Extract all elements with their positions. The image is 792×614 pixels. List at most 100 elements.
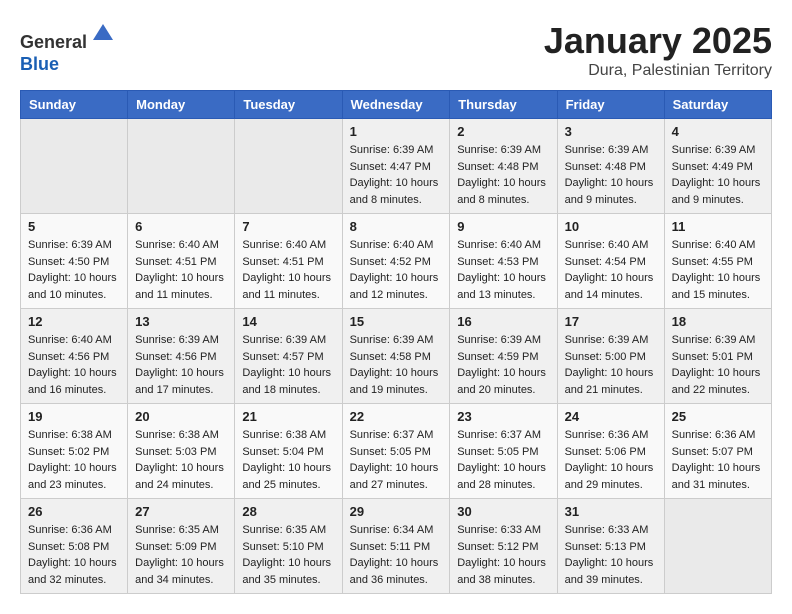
day-number: 9 [457,219,549,234]
calendar-cell [128,119,235,214]
day-info: Sunrise: 6:35 AMSunset: 5:10 PMDaylight:… [242,522,334,588]
logo: General Blue [20,20,117,75]
sunset-label: Sunset: 5:02 PM [28,446,109,458]
day-info: Sunrise: 6:40 AMSunset: 4:51 PMDaylight:… [135,237,227,303]
calendar-cell: 8Sunrise: 6:40 AMSunset: 4:52 PMDaylight… [342,214,450,309]
calendar-cell: 17Sunrise: 6:39 AMSunset: 5:00 PMDayligh… [557,309,664,404]
day-number: 18 [672,314,764,329]
calendar-week-row: 26Sunrise: 6:36 AMSunset: 5:08 PMDayligh… [21,499,772,594]
sunset-label: Sunset: 5:10 PM [242,541,323,553]
daylight-label: Daylight: 10 hours and 22 minutes. [672,367,761,396]
day-info: Sunrise: 6:33 AMSunset: 5:13 PMDaylight:… [565,522,657,588]
day-number: 20 [135,409,227,424]
day-number: 23 [457,409,549,424]
day-number: 3 [565,124,657,139]
sunset-label: Sunset: 4:56 PM [28,351,109,363]
calendar-cell: 11Sunrise: 6:40 AMSunset: 4:55 PMDayligh… [664,214,771,309]
daylight-label: Daylight: 10 hours and 21 minutes. [565,367,654,396]
day-info: Sunrise: 6:39 AMSunset: 4:50 PMDaylight:… [28,237,120,303]
day-number: 6 [135,219,227,234]
day-info: Sunrise: 6:36 AM Sunset: 5:07 PM Daylight:… [672,427,764,493]
calendar-header-row: SundayMondayTuesdayWednesdayThursdayFrid… [21,91,772,119]
daylight-label: Daylight: 10 hours and 14 minutes. [565,272,654,301]
day-info: Sunrise: 6:36 AMSunset: 5:06 PMDaylight:… [565,427,657,493]
day-info: Sunrise: 6:39 AMSunset: 4:59 PMDaylight:… [457,332,549,398]
daylight-label: Daylight: 10 hours and 17 minutes. [135,367,224,396]
daylight-label: Daylight: 10 hours and 12 minutes. [350,272,439,301]
day-number: 25 [672,409,764,424]
day-number: 12 [28,314,120,329]
sunrise-label: Sunrise: 6:39 AM [457,144,541,156]
sunset-label: Sunset: 5:05 PM [350,446,431,458]
sunset-label: Sunset: 4:55 PM [672,256,753,268]
daylight-label: Daylight: 10 hours and 19 minutes. [350,367,439,396]
day-header-thursday: Thursday [450,91,557,119]
calendar-cell: 25 Sunrise: 6:36 AM Sunset: 5:07 PM Dayligh… [664,404,771,499]
sunrise-label: Sunrise: 6:39 AM [242,334,326,346]
sunrise-label: Sunrise: 6:40 AM [565,239,649,251]
sunset-label: Sunset: 4:48 PM [565,161,646,173]
day-number: 16 [457,314,549,329]
calendar-cell: 22Sunrise: 6:37 AMSunset: 5:05 PMDayligh… [342,404,450,499]
day-number: 5 [28,219,120,234]
calendar-cell: 28Sunrise: 6:35 AMSunset: 5:10 PMDayligh… [235,499,342,594]
day-info: Sunrise: 6:40 AM Sunset: 4:54 PM Daylight:… [565,237,657,303]
sunrise-label: Sunrise: 6:39 AM [28,239,112,251]
calendar-cell: 6 Sunrise: 6:40 AMSunset: 4:51 PMDaylight… [128,214,235,309]
sunrise-label: Sunrise: 6:38 AM [135,429,219,441]
day-info: Sunrise: 6:36 AMSunset: 5:08 PMDaylight:… [28,522,120,588]
sunrise-label: Sunrise: 6:38 AM [242,429,326,441]
sunrise-label: Sunrise: 6:39 AM [672,334,756,346]
day-info: Sunrise: 6:39 AMSunset: 4:49 PMDaylight:… [672,142,764,208]
calendar-week-row: 1Sunrise: 6:39 AMSunset: 4:47 PMDaylight… [21,119,772,214]
calendar-cell: 27Sunrise: 6:35 AMSunset: 5:09 PMDayligh… [128,499,235,594]
calendar-cell: 18Sunrise: 6:39 AMSunset: 5:01 PMDayligh… [664,309,771,404]
sunrise-label: Sunrise: 6:39 AM [565,144,649,156]
daylight-label: Daylight: 10 hours and 11 minutes. [135,272,224,301]
sunset-label: Sunset: 4:56 PM [135,351,216,363]
day-info: Sunrise: 6:38 AM Sunset: 5:03 PM Daylight:… [135,427,227,493]
day-number: 17 [565,314,657,329]
sunset-label: Sunset: 4:49 PM [672,161,753,173]
daylight-label: Daylight: 10 hours and 38 minutes. [457,557,546,586]
calendar-cell: 13Sunrise: 6:39 AMSunset: 4:56 PMDayligh… [128,309,235,404]
day-number: 22 [350,409,443,424]
calendar-cell: 4Sunrise: 6:39 AMSunset: 4:49 PMDaylight… [664,119,771,214]
day-info: Sunrise: 6:37 AMSunset: 5:05 PMDaylight:… [350,427,443,493]
calendar-cell: 21Sunrise: 6:38 AMSunset: 5:04 PMDayligh… [235,404,342,499]
day-info: Sunrise: 6:39 AMSunset: 4:48 PMDaylight:… [565,142,657,208]
calendar-cell: 9Sunrise: 6:40 AMSunset: 4:53 PMDaylight… [450,214,557,309]
sunset-label: Sunset: 4:54 PM [565,256,646,268]
sunset-label: Sunset: 4:53 PM [457,256,538,268]
sunrise-label: Sunrise: 6:35 AM [135,524,219,536]
calendar-cell: 30Sunrise: 6:33 AMSunset: 5:12 PMDayligh… [450,499,557,594]
calendar-cell: 15Sunrise: 6:39 AMSunset: 4:58 PMDayligh… [342,309,450,404]
calendar-cell: 23Sunrise: 6:37 AMSunset: 5:05 PMDayligh… [450,404,557,499]
day-number: 8 [350,219,443,234]
day-info: Sunrise: 6:39 AMSunset: 4:56 PMDaylight:… [135,332,227,398]
logo-blue: Blue [20,54,59,74]
day-number: 24 [565,409,657,424]
sunset-label: Sunset: 4:58 PM [350,351,431,363]
day-info: Sunrise: 6:34 AMSunset: 5:11 PMDaylight:… [350,522,443,588]
sunrise-label: Sunrise: 6:37 AM [350,429,434,441]
day-header-monday: Monday [128,91,235,119]
sunrise-label: Sunrise: 6:34 AM [350,524,434,536]
daylight-label: Daylight: 10 hours and 18 minutes. [242,367,331,396]
daylight-label: Daylight: 10 hours and 24 minutes. [135,462,224,491]
sunrise-label: Sunrise: 6:33 AM [457,524,541,536]
sunset-label: Sunset: 5:09 PM [135,541,216,553]
sunrise-label: Sunrise: 6:36 AM [672,429,756,441]
sunset-label: Sunset: 5:03 PM [135,446,216,458]
sunrise-label: Sunrise: 6:40 AM [242,239,326,251]
daylight-label: Daylight: 10 hours and 23 minutes. [28,462,117,491]
day-info: Sunrise: 6:38 AMSunset: 5:02 PMDaylight:… [28,427,120,493]
day-number: 27 [135,504,227,519]
daylight-label: Daylight: 10 hours and 31 minutes. [672,462,761,491]
calendar-cell [235,119,342,214]
day-number: 19 [28,409,120,424]
sunset-label: Sunset: 5:07 PM [672,446,753,458]
day-info: Sunrise: 6:33 AMSunset: 5:12 PMDaylight:… [457,522,549,588]
sunrise-label: Sunrise: 6:39 AM [565,334,649,346]
daylight-label: Daylight: 10 hours and 9 minutes. [672,177,761,206]
